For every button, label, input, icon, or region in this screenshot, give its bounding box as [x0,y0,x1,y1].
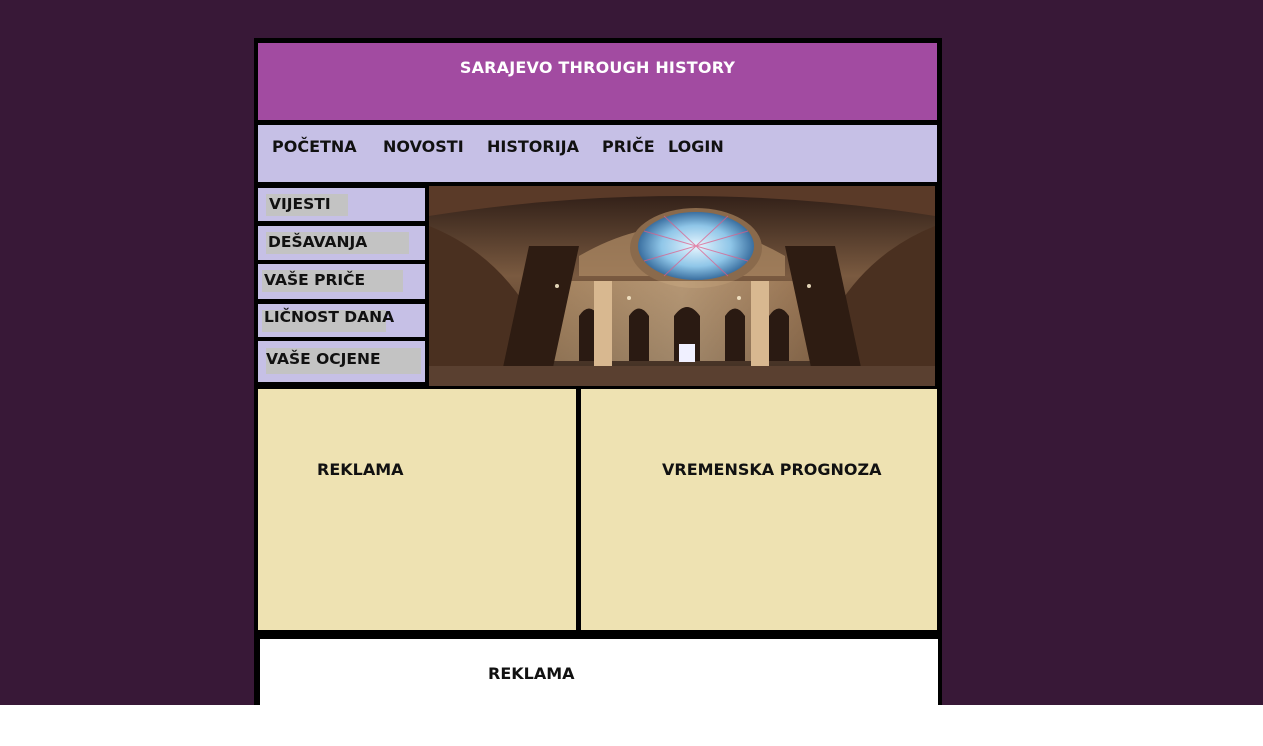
site-title: SARAJEVO THROUGH HISTORY [459,58,736,77]
nav-item-price[interactable]: PRIČE [602,137,655,156]
sidebar-item-vase-price[interactable]: VAŠE PRIČE [258,264,425,299]
nav-item-novosti[interactable]: NOVOSTI [383,137,464,156]
sidebar-item-label: DEŠAVANJA [268,233,368,251]
weather-panel: VREMENSKA PROGNOZA [581,389,937,630]
footer-ad-label: REKLAMA [488,664,575,683]
site-header: SARAJEVO THROUGH HISTORY [258,43,937,120]
sidebar-item-desavanja[interactable]: DEŠAVANJA [258,226,425,260]
sidebar-item-label: VAŠE PRIČE [264,271,366,289]
nav-item-login[interactable]: LOGIN [668,137,724,156]
hero-image [429,186,935,386]
ad-panel-left: REKLAMA [258,389,576,630]
sidebar-item-licnost-dana[interactable]: LIČNOST DANA [258,304,425,337]
nav-item-pocetna[interactable]: POČETNA [272,137,357,156]
nav-item-historija[interactable]: HISTORIJA [487,137,579,156]
ad-label: REKLAMA [317,460,404,479]
top-nav: POČETNA NOVOSTI HISTORIJA PRIČE LOGIN [258,125,937,182]
sidebar-item-vijesti[interactable]: VIJESTI [258,188,425,221]
sidebar-item-label: VIJESTI [269,195,331,213]
sidebar-item-vase-ocjene[interactable]: VAŠE OCJENE [258,341,425,382]
footer-ad: REKLAMA [260,639,938,705]
sidebar-item-label: LIČNOST DANA [264,308,395,326]
sidebar-item-label: VAŠE OCJENE [266,350,381,368]
weather-label: VREMENSKA PROGNOZA [662,460,882,479]
